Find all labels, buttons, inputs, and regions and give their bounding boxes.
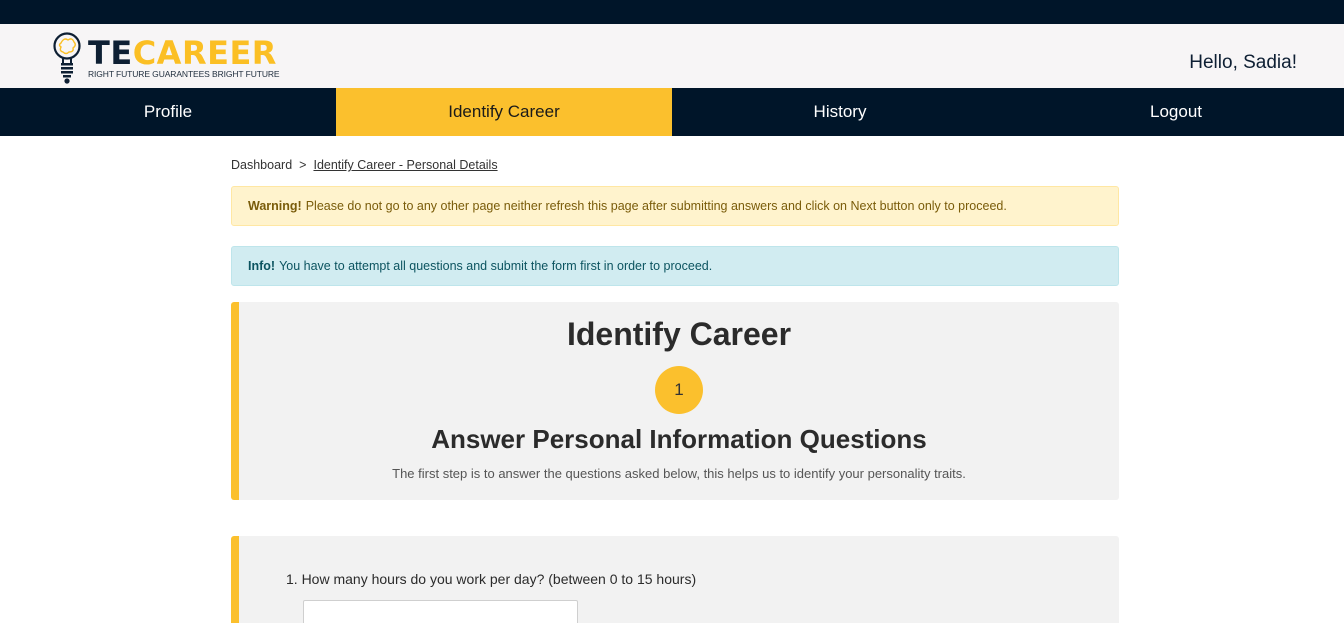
nav-item-logout[interactable]: Logout [1008, 88, 1344, 136]
nav-item-profile[interactable]: Profile [0, 88, 336, 136]
brand-name-part1: TE [88, 34, 133, 72]
info-alert-title: Info! [248, 259, 276, 273]
step-heading: Answer Personal Information Questions [431, 424, 927, 454]
user-greeting: Hello, Sadia! [1189, 52, 1297, 73]
main-content: Dashboard > Identify Career - Personal D… [231, 157, 1119, 623]
breadcrumb-root[interactable]: Dashboard [231, 158, 292, 172]
breadcrumb-separator: > [299, 158, 307, 172]
warning-alert-text: Please do not go to any other page neith… [305, 199, 1007, 213]
step-description: The first step is to answer the question… [392, 466, 966, 481]
breadcrumb-current[interactable]: Identify Career - Personal Details [313, 158, 497, 172]
brand-logo[interactable]: TECAREER RIGHT FUTURE GUARANTEES BRIGHT … [50, 29, 290, 85]
step-card: Identify Career 1 Answer Personal Inform… [231, 302, 1119, 500]
site-header: TECAREER RIGHT FUTURE GUARANTEES BRIGHT … [0, 24, 1344, 88]
nav-item-history[interactable]: History [672, 88, 1008, 136]
brand-text: TECAREER RIGHT FUTURE GUARANTEES BRIGHT … [88, 35, 280, 79]
step-number-badge: 1 [655, 366, 703, 414]
top-strip [0, 0, 1344, 24]
warning-alert-title: Warning! [248, 199, 302, 213]
nav-item-identify-career[interactable]: Identify Career [336, 88, 672, 136]
info-alert: Info! You have to attempt all questions … [231, 246, 1119, 286]
brand-name-part2: CAREER [132, 34, 277, 72]
main-nav: Profile Identify Career History Logout [0, 88, 1344, 136]
lightbulb-brain-icon [50, 30, 84, 84]
brand-tagline: RIGHT FUTURE GUARANTEES BRIGHT FUTURE [88, 69, 280, 79]
warning-alert: Warning! Please do not go to any other p… [231, 186, 1119, 226]
brand-wordmark: TECAREER [88, 35, 280, 71]
question-label: 1. How many hours do you work per day? (… [286, 571, 697, 587]
page-title: Identify Career [566, 316, 792, 352]
info-alert-text: You have to attempt all questions and su… [279, 259, 713, 273]
question-card: 1. How many hours do you work per day? (… [231, 536, 1119, 623]
breadcrumb: Dashboard > Identify Career - Personal D… [231, 157, 1119, 173]
hours-per-day-input[interactable] [303, 600, 578, 623]
